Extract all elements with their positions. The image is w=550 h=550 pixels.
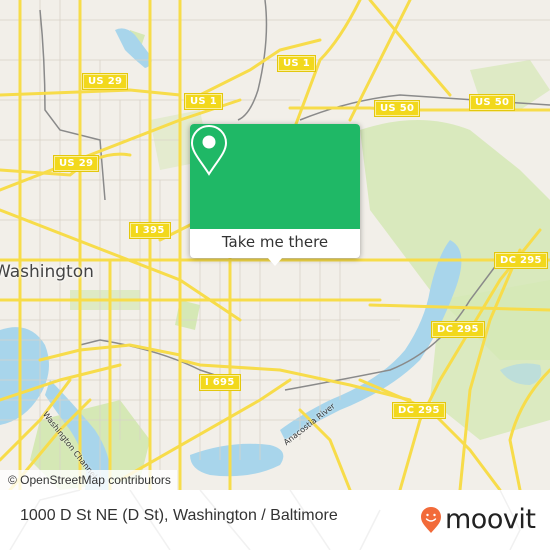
destination-popup[interactable]: Take me there — [190, 124, 360, 258]
highway-shield: US 50 — [470, 95, 515, 110]
moovit-pin-icon — [421, 507, 441, 533]
moovit-wordmark: moovit — [445, 504, 536, 535]
highway-shield: I 395 — [130, 223, 170, 238]
highway-shield: US 29 — [54, 156, 99, 171]
popup-pointer — [267, 257, 283, 266]
highway-shield: I 695 — [200, 375, 240, 390]
highway-shield: US 1 — [185, 94, 222, 109]
take-me-there-button[interactable]: Take me there — [190, 229, 360, 258]
highway-shield: DC 295 — [393, 403, 445, 418]
location-title: 1000 D St NE (D St), Washington / Baltim… — [20, 507, 338, 524]
footer: 1000 D St NE (D St), Washington / Baltim… — [0, 490, 550, 550]
map-attribution[interactable]: © OpenStreetMap contributors — [0, 470, 177, 490]
popup-header — [190, 124, 360, 229]
highway-shield: US 1 — [278, 56, 315, 71]
place-label-washington: Washington — [0, 262, 94, 282]
map[interactable]: Washington US 29 US 1 US 29 I 395 US 1 U… — [0, 0, 550, 490]
highway-shield: US 29 — [83, 74, 128, 89]
highway-shield: DC 295 — [432, 322, 484, 337]
highway-shield: US 50 — [375, 101, 420, 116]
location-pin-icon — [190, 124, 228, 176]
highway-shield: DC 295 — [495, 253, 547, 268]
moovit-logo[interactable]: moovit — [420, 503, 536, 537]
